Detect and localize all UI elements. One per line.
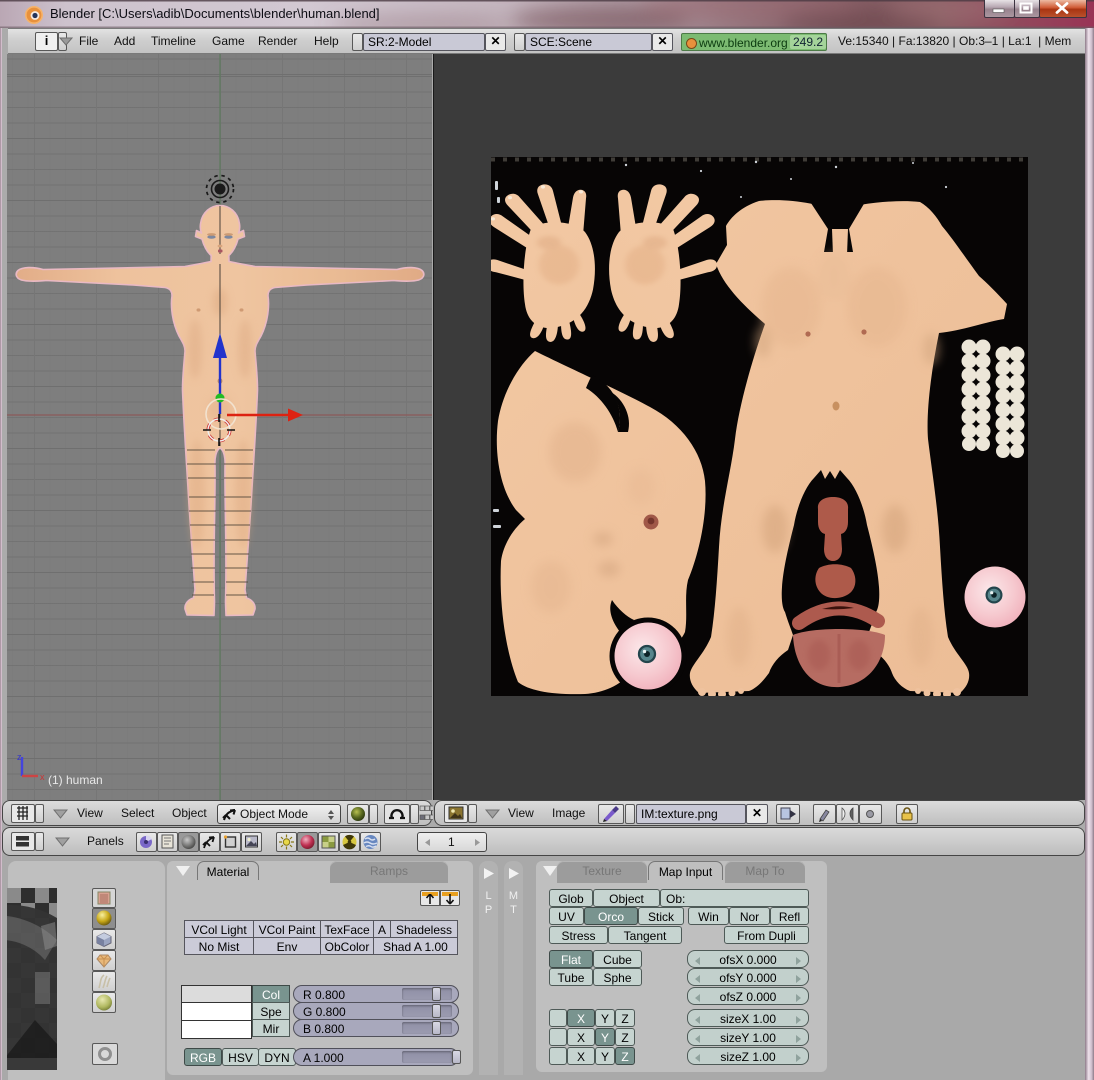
svg-text:(1) human: (1) human <box>48 773 103 787</box>
svg-text:x: x <box>40 772 45 782</box>
svg-text:z: z <box>17 752 22 762</box>
